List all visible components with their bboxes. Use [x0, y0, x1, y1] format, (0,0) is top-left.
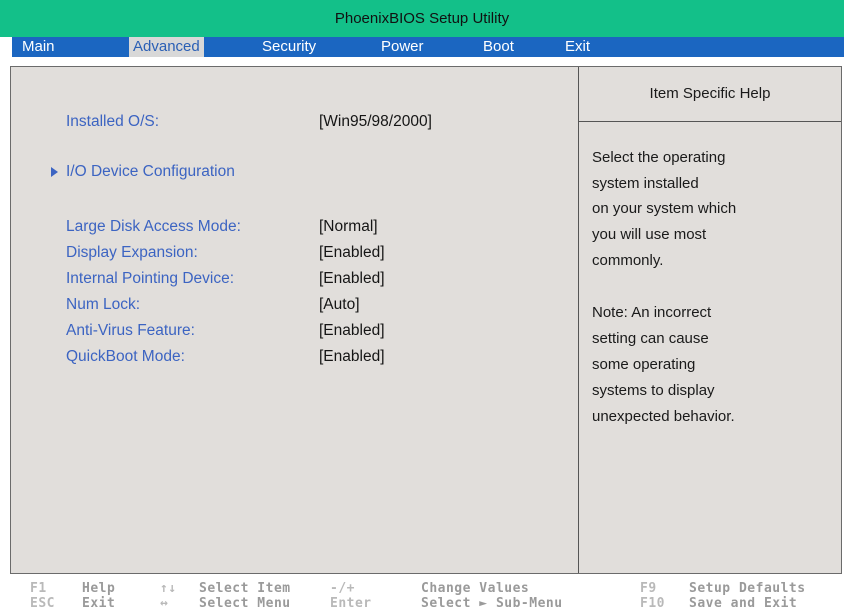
setting-num-lock[interactable]: Num Lock: [Auto] [66, 296, 536, 318]
help-header-divider [579, 121, 841, 122]
key-f10-desc: Save and Exit [689, 596, 798, 611]
setting-display-expansion[interactable]: Display Expansion: [Enabled] [66, 244, 536, 266]
setting-value[interactable]: [Enabled] [319, 348, 385, 366]
key-f1: F1 [30, 581, 47, 596]
help-text-line: unexpected behavior. [592, 408, 735, 425]
key-esc: ESC [30, 596, 55, 611]
setting-internal-pointing-device[interactable]: Internal Pointing Device: [Enabled] [66, 270, 536, 292]
help-text-line: you will use most [592, 226, 707, 243]
key-plusminus-desc: Change Values [421, 581, 530, 596]
setting-label: Display Expansion: [66, 244, 198, 261]
key-updown-desc: Select Item [199, 581, 291, 596]
help-text-line: systems to display [592, 382, 715, 399]
right-triangle-icon [51, 167, 58, 177]
setting-label: Anti-Virus Feature: [66, 322, 195, 339]
menu-power[interactable]: Power [381, 37, 424, 57]
menu-main[interactable]: Main [22, 37, 55, 57]
help-text-line: Select the operating [592, 149, 726, 166]
key-f1-desc: Help [82, 581, 116, 596]
setting-value[interactable]: [Enabled] [319, 322, 385, 340]
menu-security[interactable]: Security [262, 37, 316, 57]
help-text-line: Note: An incorrect [592, 304, 712, 321]
help-text-line: system installed [592, 175, 699, 192]
menu-advanced[interactable]: Advanced [129, 37, 204, 57]
setting-label: Large Disk Access Mode: [66, 218, 241, 235]
key-f10: F10 [640, 596, 665, 611]
key-esc-desc: Exit [82, 596, 116, 611]
setting-anti-virus-feature[interactable]: Anti-Virus Feature: [Enabled] [66, 322, 536, 344]
setting-value[interactable]: [Normal] [319, 218, 378, 236]
help-header: Item Specific Help [649, 85, 771, 102]
setting-label: Num Lock: [66, 296, 141, 313]
key-enter-desc: Select ► Sub-Menu [421, 596, 563, 611]
key-plusminus: -/+ [330, 581, 355, 596]
submenu-label: I/O Device Configuration [66, 163, 235, 180]
help-text-line: commonly. [592, 252, 664, 269]
help-text-line: some operating [592, 356, 696, 373]
key-f9: F9 [640, 581, 657, 596]
app-title: PhoenixBIOS Setup Utility [334, 10, 510, 27]
help-text-line: setting can cause [592, 330, 709, 347]
setting-value[interactable]: [Win95/98/2000] [319, 113, 432, 131]
menu-exit[interactable]: Exit [565, 37, 590, 57]
setting-value[interactable]: [Enabled] [319, 244, 385, 262]
setting-label: QuickBoot Mode: [66, 348, 185, 365]
title-bar: PhoenixBIOS Setup Utility [0, 0, 844, 37]
setting-large-disk-access-mode[interactable]: Large Disk Access Mode: [Normal] [66, 218, 536, 240]
panel-divider [578, 67, 579, 573]
setting-value[interactable]: [Enabled] [319, 270, 385, 288]
key-leftright-desc: Select Menu [199, 596, 291, 611]
settings-panel: Installed O/S: [Win95/98/2000] I/O Devic… [10, 66, 842, 574]
setting-quickboot-mode[interactable]: QuickBoot Mode: [Enabled] [66, 348, 536, 370]
setting-installed-os[interactable]: Installed O/S: [Win95/98/2000] [66, 113, 536, 135]
key-help-footer: F1 Help ESC Exit ↑↓ Select Item ↔ Select… [0, 577, 844, 613]
key-f9-desc: Setup Defaults [689, 581, 806, 596]
setting-value[interactable]: [Auto] [319, 296, 360, 314]
key-updown: ↑↓ [160, 581, 177, 596]
menu-boot[interactable]: Boot [483, 37, 514, 57]
key-leftright: ↔ [160, 596, 169, 611]
key-enter: Enter [330, 596, 372, 611]
help-text-line: on your system which [592, 200, 737, 217]
menu-bar: Main Advanced Security Power Boot Exit [12, 37, 844, 57]
setting-label: Internal Pointing Device: [66, 270, 235, 287]
setting-label: Installed O/S: [66, 113, 160, 130]
